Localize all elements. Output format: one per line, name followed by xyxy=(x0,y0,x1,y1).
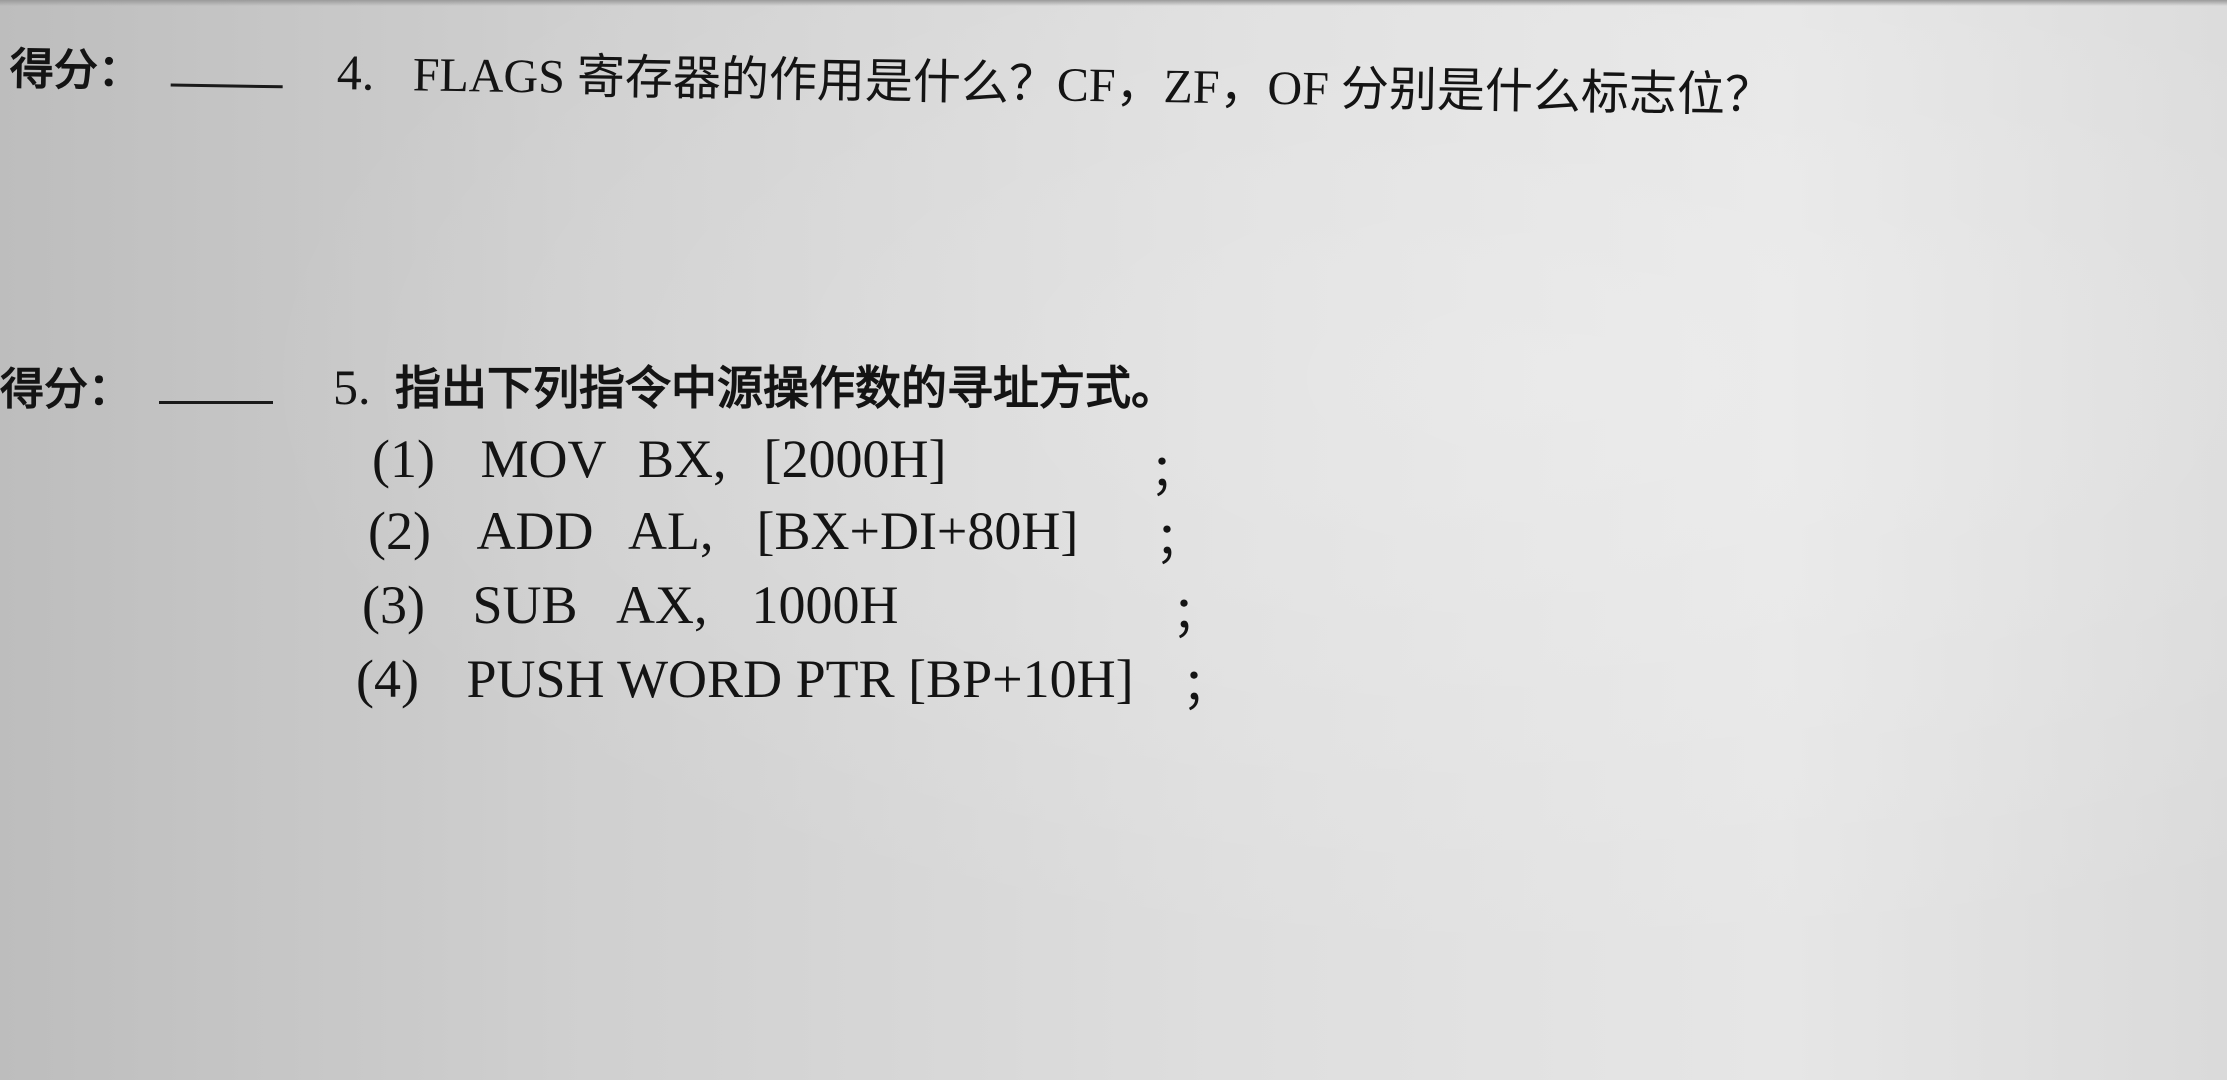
instruction-destination: AL, xyxy=(628,501,714,561)
instruction-destination: AX, xyxy=(616,575,708,635)
answer-semicolon: ； xyxy=(1155,514,1204,567)
answer-semicolon: ； xyxy=(1172,588,1221,641)
question-5-line: 得分： 5. 指出下列指令中源操作数的寻址方式。 xyxy=(0,352,1177,418)
paper-top-edge xyxy=(0,0,2227,6)
instruction-source: [BX+DI+80H] xyxy=(756,501,1079,561)
question-number: 4. xyxy=(336,44,375,101)
instruction-opcode: SUB xyxy=(472,575,578,635)
item-index: (1) xyxy=(372,429,435,489)
exam-paper: 得分： 4. FLAGS 寄存器的作用是什么？CF，ZF，OF 分别是什么标志位… xyxy=(0,0,2227,1080)
lighting-overlay xyxy=(0,0,2227,1080)
answer-semicolon: ； xyxy=(1182,660,1231,713)
instruction-source: 1000H xyxy=(751,575,899,635)
score-blank[interactable] xyxy=(158,361,273,404)
instruction-item-3: (3) SUB AX, 1000H xyxy=(362,574,899,636)
instruction-item-2: (2) ADD AL, [BX+DI+80H] xyxy=(368,500,1078,562)
instruction-opcode: PUSH WORD PTR [BP+10H] xyxy=(466,649,1134,709)
score-label: 得分： xyxy=(9,44,143,98)
score-blank[interactable] xyxy=(170,43,283,89)
instruction-opcode: MOV xyxy=(480,429,607,489)
instruction-destination: BX, xyxy=(638,429,727,489)
instruction-source: [2000H] xyxy=(763,429,947,489)
item-index: (2) xyxy=(368,501,431,561)
item-index: (3) xyxy=(362,575,425,635)
instruction-item-4: (4) PUSH WORD PTR [BP+10H] xyxy=(356,648,1134,710)
instruction-opcode: ADD xyxy=(476,501,594,561)
question-text: 指出下列指令中源操作数的寻址方式。 xyxy=(395,361,1177,415)
answer-semicolon: ； xyxy=(1150,446,1199,499)
score-label: 得分： xyxy=(0,364,132,415)
item-index: (4) xyxy=(356,649,419,709)
instruction-item-1: (1) MOV BX, [2000H] xyxy=(372,428,946,490)
question-number: 5. xyxy=(333,359,371,415)
